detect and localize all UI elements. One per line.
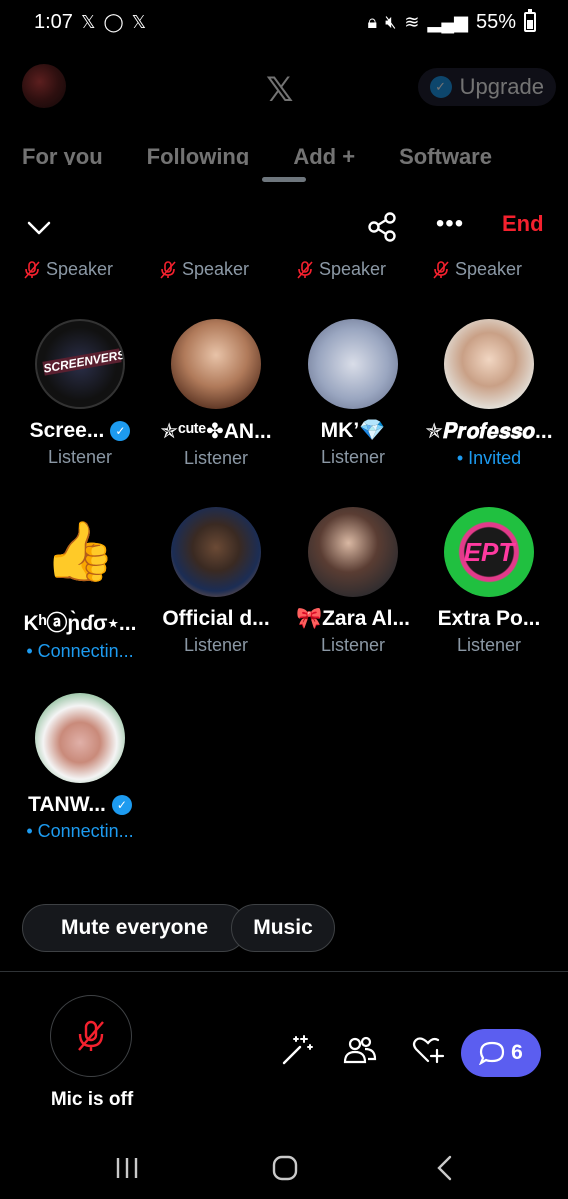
upgrade-label: Upgrade: [459, 74, 544, 99]
upgrade-button: ✓ Upgrade: [417, 68, 556, 106]
home-icon[interactable]: [271, 1155, 299, 1181]
end-space-button[interactable]: End: [502, 211, 544, 237]
lock-icon: 🔒︎: [367, 11, 378, 32]
participant-3[interactable]: MK’💎 Listener: [285, 319, 421, 468]
participant-8[interactable]: EPT Extra Po... Listener: [421, 507, 557, 656]
speaker-label: Speaker: [182, 259, 250, 279]
speaker-label: Speaker: [319, 259, 387, 279]
status-bar: 1:07 𝕏 ◯ 𝕏 🔒︎ 🔇︎ ≋ ▂▄▆ 55%: [0, 0, 568, 44]
chat-count: 6: [511, 1041, 523, 1064]
speaker-slot-3: Speaker: [297, 259, 386, 280]
verified-icon: ✓: [111, 795, 132, 815]
avatar: 👍: [35, 507, 125, 597]
participant-9[interactable]: TANW... ✓ • Connectin...: [12, 693, 148, 842]
space-sheet: ••• End Speaker Speaker Speaker Speaker …: [0, 165, 568, 1199]
wifi-icon: ≋: [404, 11, 420, 32]
chat-button[interactable]: 6: [461, 1029, 541, 1077]
ept-logo-icon: EPT: [463, 536, 515, 567]
status-time: 1:07: [34, 10, 73, 33]
speaker-label: Speaker: [455, 259, 523, 279]
mic-off-icon: [433, 260, 449, 279]
mic-toggle-button[interactable]: [50, 995, 132, 1077]
drag-handle[interactable]: [262, 177, 306, 182]
back-icon[interactable]: [434, 1155, 456, 1181]
people-icon[interactable]: [343, 1033, 377, 1067]
divider: [0, 971, 568, 972]
heart-plus-icon[interactable]: [411, 1033, 445, 1067]
mic-off-icon: [297, 260, 313, 279]
participant-role: • Connectin...: [26, 641, 134, 661]
participant-role: Listener: [320, 447, 386, 467]
x-notification-icon: 𝕏: [80, 11, 96, 32]
participant-role: • Invited: [456, 448, 522, 468]
participant-role: Listener: [320, 635, 386, 655]
speaker-label: Speaker: [46, 259, 114, 279]
mic-off-icon: [160, 260, 176, 279]
space-header: ••• End: [0, 205, 568, 249]
participant-2[interactable]: ✯ᶜᵘᵗᵉ✤AN... Listener: [148, 319, 284, 469]
participant-1[interactable]: SCREENVERSEX Scree... ✓ Listener: [12, 319, 148, 468]
chat-bubble-icon: [479, 1041, 505, 1065]
battery-percent: 55%: [475, 10, 516, 33]
participant-role: Listener: [47, 447, 113, 467]
participant-name: 🎀Zara Al...: [295, 607, 411, 630]
share-icon[interactable]: [366, 211, 398, 243]
speaker-slot-1: Speaker: [24, 259, 113, 280]
participant-6[interactable]: Official d... Listener: [148, 507, 284, 656]
participant-name: ✯𝑷𝒓𝒐𝒇𝒆𝒔𝒔𝒐...: [425, 420, 553, 443]
participant-name: Kʰⓐɲ̀ɗσ٭...: [23, 612, 137, 635]
participant-role: Listener: [183, 635, 249, 655]
more-options-icon[interactable]: •••: [434, 211, 466, 243]
participant-name: ✯ᶜᵘᵗᵉ✤AN...: [160, 420, 272, 443]
mic-off-icon: [78, 1020, 104, 1051]
avatar: [171, 319, 261, 409]
participant-name: Official d...: [162, 607, 270, 630]
speaker-slot-2: Speaker: [160, 259, 249, 280]
avatar: [444, 319, 534, 409]
background-timeline: 𝕏 ✓ Upgrade For you Following Add + Soft…: [0, 44, 568, 184]
participant-name: TANW...: [28, 793, 106, 816]
mute-everyone-button[interactable]: Mute everyone: [22, 904, 247, 952]
avatar: [308, 319, 398, 409]
mic-status-label: Mic is off: [50, 1089, 134, 1110]
signal-icon: ▂▄▆: [427, 11, 468, 32]
verified-icon: ✓: [429, 76, 452, 98]
profile-avatar: [22, 64, 66, 108]
avatar: EPT: [444, 507, 534, 597]
verified-icon: ✓: [110, 421, 131, 441]
participant-name: Scree...: [29, 419, 105, 442]
avatar: [171, 507, 261, 597]
participant-role: Listener: [183, 448, 249, 468]
participant-7[interactable]: 🎀Zara Al... Listener: [285, 507, 421, 656]
avatar: SCREENVERSEX: [35, 319, 125, 409]
avatar: [308, 507, 398, 597]
participant-4[interactable]: ✯𝑷𝒓𝒐𝒇𝒆𝒔𝒔𝒐... • Invited: [421, 319, 557, 469]
music-button[interactable]: Music: [231, 904, 335, 952]
thumbs-up-icon: 👍: [43, 519, 117, 584]
x-logo-icon: 𝕏: [266, 70, 294, 110]
chat-notification-icon: ◯: [103, 11, 124, 32]
x-notification-icon-2: 𝕏: [131, 11, 147, 32]
participant-role: • Connectin...: [26, 821, 134, 841]
battery-icon: [524, 9, 536, 32]
mic-off-icon: [24, 260, 40, 279]
speaker-row: Speaker Speaker Speaker Speaker: [0, 259, 568, 289]
participant-5[interactable]: 👍 Kʰⓐɲ̀ɗσ٭... • Connectin...: [12, 507, 148, 662]
speaker-slot-4: Speaker: [433, 259, 522, 280]
system-nav-bar: [0, 1145, 568, 1199]
recent-apps-icon[interactable]: [114, 1155, 140, 1181]
participant-role: Listener: [456, 635, 522, 655]
avatar: [35, 693, 125, 783]
participant-name: MK’💎: [320, 419, 386, 442]
magic-wand-icon[interactable]: [280, 1033, 314, 1067]
mute-icon: 🔇︎: [385, 11, 397, 32]
chevron-down-icon[interactable]: [24, 213, 54, 243]
participant-name: Extra Po...: [437, 607, 541, 630]
